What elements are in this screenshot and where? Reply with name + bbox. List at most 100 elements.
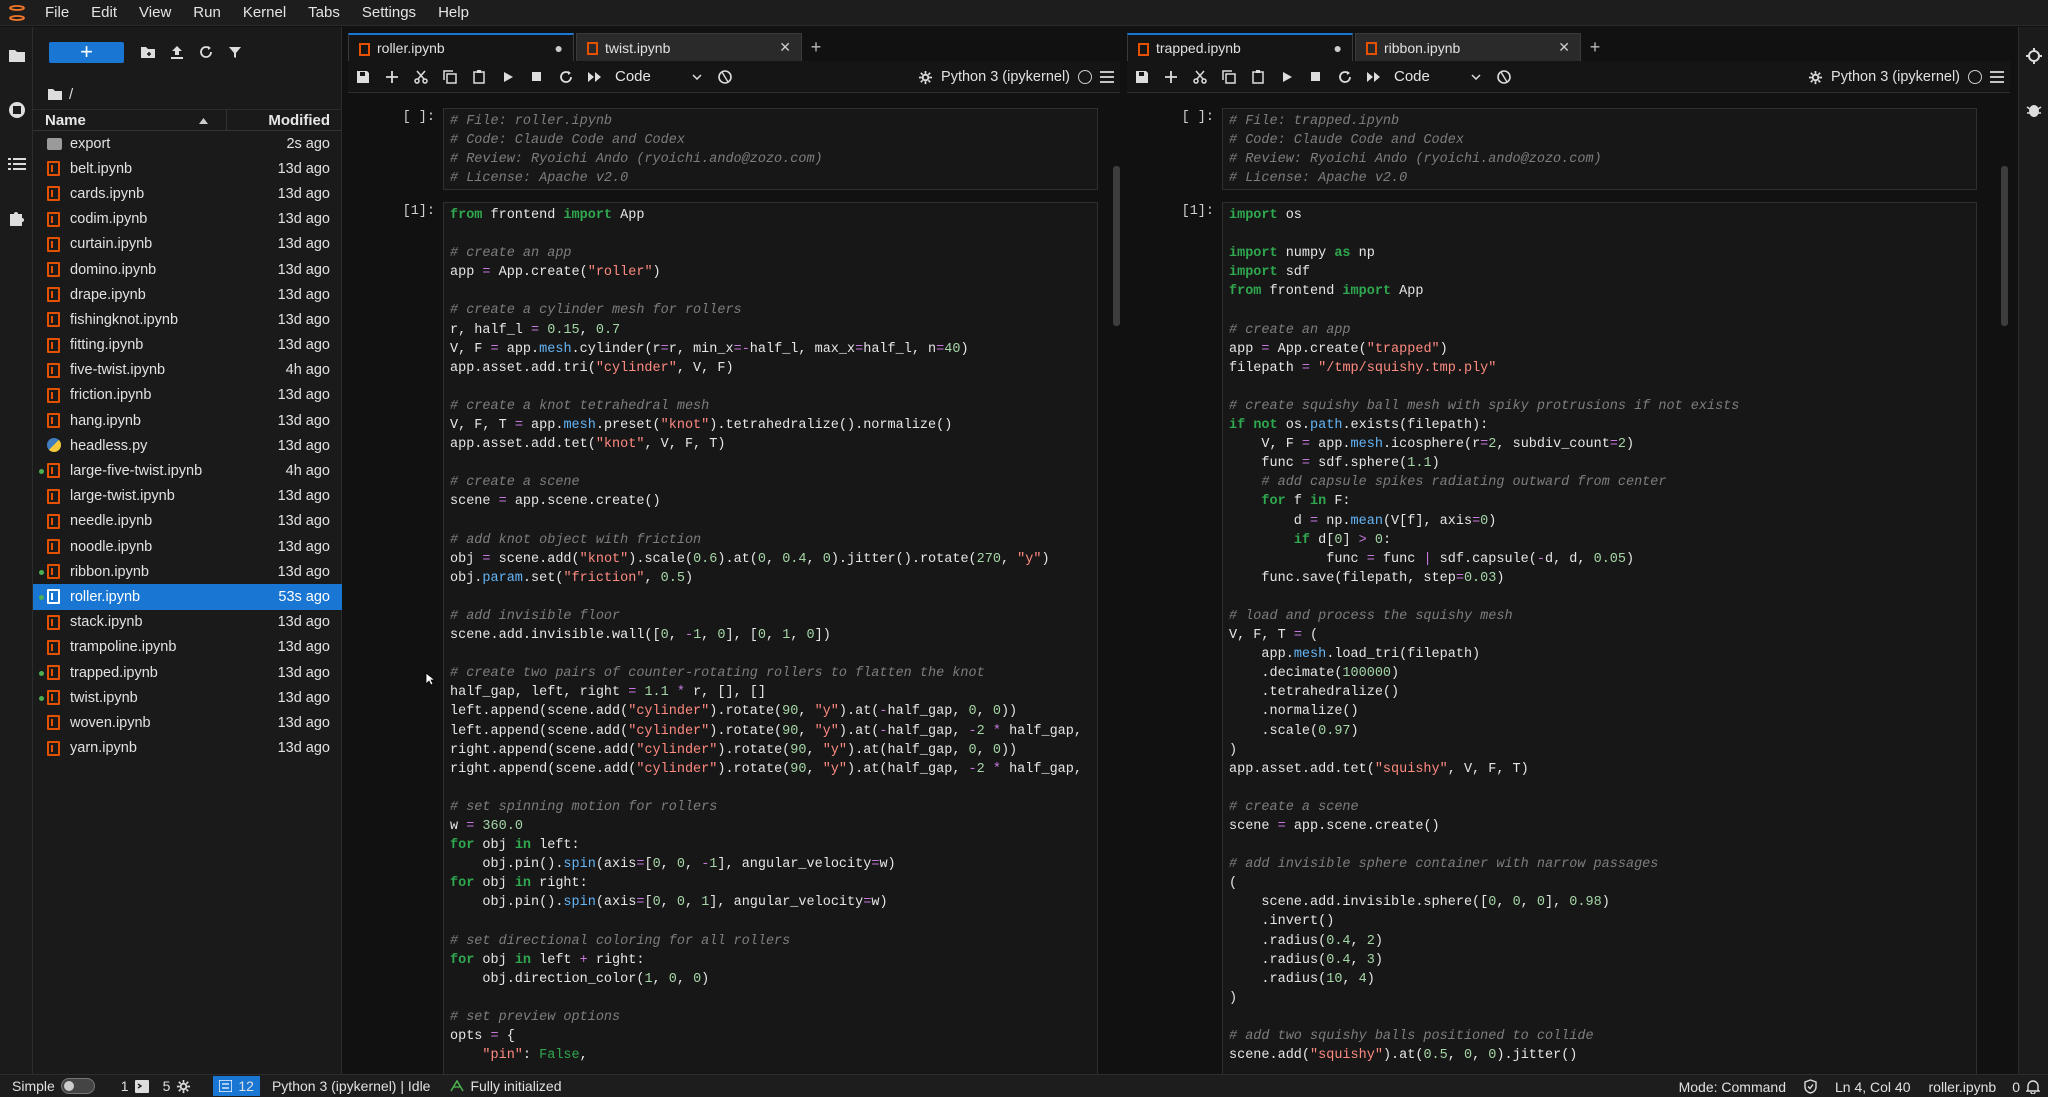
new-launcher-button[interactable]: + — [49, 41, 124, 63]
column-name-header[interactable]: Name — [33, 110, 227, 130]
file-row[interactable]: woven.ipynb 13d ago — [33, 710, 342, 735]
menu-help[interactable]: Help — [427, 0, 480, 26]
file-row[interactable]: twist.ipynb 13d ago — [33, 685, 342, 710]
add-tab-button[interactable]: + — [1583, 33, 1607, 61]
code-editor[interactable]: import os import numpy as np import sdf … — [1222, 202, 1977, 1074]
file-row[interactable]: headless.py 13d ago — [33, 433, 342, 458]
tab-twist[interactable]: twist.ipynb ✕ — [576, 33, 802, 61]
paste-icon[interactable] — [464, 63, 493, 91]
refresh-icon[interactable] — [195, 41, 217, 63]
breadcrumb-root[interactable]: / — [69, 86, 73, 103]
run-all-icon[interactable] — [580, 63, 609, 91]
file-row[interactable]: codim.ipynb 13d ago — [33, 207, 342, 232]
terminals-count[interactable]: 1 — [121, 1078, 149, 1094]
table-of-contents-icon[interactable] — [4, 151, 29, 176]
file-row[interactable]: stack.ipynb 13d ago — [33, 610, 342, 635]
simple-mode-toggle[interactable]: Simple — [12, 1078, 95, 1094]
unsaved-dot-icon[interactable]: ● — [1334, 40, 1342, 56]
close-icon[interactable]: ✕ — [1558, 39, 1570, 56]
kernels-count[interactable]: 5 — [163, 1078, 192, 1094]
insert-cell-icon[interactable] — [1156, 63, 1185, 91]
gear-icon[interactable] — [918, 70, 933, 85]
file-row[interactable]: curtain.ipynb 13d ago — [33, 232, 342, 257]
file-row[interactable]: ribbon.ipynb 13d ago — [33, 559, 342, 584]
notebook-mode[interactable]: Mode: Command — [1679, 1079, 1786, 1095]
tab-ribbon[interactable]: ribbon.ipynb ✕ — [1355, 33, 1581, 61]
menu-icon[interactable] — [1100, 71, 1114, 83]
code-editor[interactable]: from frontend import App # create an app… — [443, 202, 1098, 1074]
folder-icon[interactable] — [47, 88, 63, 101]
tab-trapped[interactable]: trapped.ipynb ● — [1127, 33, 1353, 61]
notification-count[interactable]: 0 — [2012, 1079, 2020, 1095]
unsaved-dot-icon[interactable]: ● — [555, 40, 563, 56]
bell-icon[interactable] — [2026, 1079, 2040, 1094]
menu-view[interactable]: View — [128, 0, 182, 26]
file-row[interactable]: friction.ipynb 13d ago — [33, 383, 342, 408]
file-row[interactable]: cards.ipynb 13d ago — [33, 181, 342, 206]
close-icon[interactable]: ✕ — [779, 39, 791, 56]
debugger-icon[interactable] — [2021, 97, 2046, 122]
file-row[interactable]: fitting.ipynb 13d ago — [33, 333, 342, 358]
file-row[interactable]: domino.ipynb 13d ago — [33, 257, 342, 282]
add-tab-button[interactable]: + — [804, 33, 828, 61]
copy-icon[interactable] — [435, 63, 464, 91]
file-row[interactable]: roller.ipynb 53s ago — [33, 584, 342, 610]
file-row[interactable]: five-twist.ipynb 4h ago — [33, 358, 342, 383]
menu-run[interactable]: Run — [182, 0, 232, 26]
kernel-status[interactable]: Python 3 (ipykernel) | Idle — [272, 1078, 431, 1094]
file-row[interactable]: large-twist.ipynb 13d ago — [33, 484, 342, 509]
stop-icon[interactable] — [522, 63, 551, 91]
upload-icon[interactable] — [166, 41, 188, 63]
paste-icon[interactable] — [1243, 63, 1272, 91]
jupyter-ai-icon[interactable] — [710, 63, 739, 91]
insert-cell-icon[interactable] — [377, 63, 406, 91]
file-row[interactable]: trapped.ipynb 13d ago — [33, 660, 342, 685]
gear-icon[interactable] — [1808, 70, 1823, 85]
restart-icon[interactable] — [551, 63, 580, 91]
menu-icon[interactable] — [1990, 71, 2004, 83]
cells-count-badge[interactable]: 12 — [213, 1076, 260, 1096]
property-inspector-icon[interactable] — [2021, 43, 2046, 68]
column-modified-header[interactable]: Modified — [227, 110, 342, 130]
file-row[interactable]: drape.ipynb 13d ago — [33, 282, 342, 307]
toggle-switch[interactable] — [60, 1078, 95, 1094]
file-row[interactable]: export 2s ago — [33, 131, 342, 156]
file-row[interactable]: trampoline.ipynb 13d ago — [33, 635, 342, 660]
cut-icon[interactable] — [1185, 63, 1214, 91]
file-row[interactable]: large-five-twist.ipynb 4h ago — [33, 458, 342, 483]
file-row[interactable]: needle.ipynb 13d ago — [33, 509, 342, 534]
trusted-shield-icon[interactable] — [1804, 1079, 1817, 1094]
menu-edit[interactable]: Edit — [80, 0, 128, 26]
menu-file[interactable]: File — [34, 0, 80, 26]
scrollbar[interactable] — [2001, 166, 2008, 326]
scrollbar[interactable] — [1113, 166, 1120, 326]
new-folder-icon[interactable] — [137, 41, 159, 63]
file-row[interactable]: noodle.ipynb 13d ago — [33, 534, 342, 559]
kernel-name[interactable]: Python 3 (ipykernel) — [1831, 69, 1960, 85]
save-icon[interactable] — [1127, 63, 1156, 91]
folder-icon[interactable] — [4, 43, 29, 68]
file-row[interactable]: yarn.ipynb 13d ago — [33, 736, 342, 761]
running-kernels-icon[interactable] — [4, 97, 29, 122]
code-editor[interactable]: # File: trapped.ipynb # Code: Claude Cod… — [1222, 108, 1977, 190]
filter-icon[interactable] — [224, 41, 246, 63]
run-icon[interactable] — [1272, 63, 1301, 91]
cell-type-dropdown[interactable]: Code — [615, 68, 710, 85]
jupyter-ai-icon[interactable] — [1489, 63, 1518, 91]
extension-manager-icon[interactable] — [4, 205, 29, 230]
copy-icon[interactable] — [1214, 63, 1243, 91]
code-editor[interactable]: # File: roller.ipynb # Code: Claude Code… — [443, 108, 1098, 190]
menu-settings[interactable]: Settings — [351, 0, 427, 26]
file-row[interactable]: fishingknot.ipynb 13d ago — [33, 307, 342, 332]
cursor-position[interactable]: Ln 4, Col 40 — [1835, 1079, 1911, 1095]
cell-type-dropdown[interactable]: Code — [1394, 68, 1489, 85]
restart-icon[interactable] — [1330, 63, 1359, 91]
cut-icon[interactable] — [406, 63, 435, 91]
menu-tabs[interactable]: Tabs — [297, 0, 351, 26]
tab-roller[interactable]: roller.ipynb ● — [348, 33, 574, 61]
file-row[interactable]: hang.ipynb 13d ago — [33, 408, 342, 433]
stop-icon[interactable] — [1301, 63, 1330, 91]
save-icon[interactable] — [348, 63, 377, 91]
file-row[interactable]: belt.ipynb 13d ago — [33, 156, 342, 181]
menu-kernel[interactable]: Kernel — [232, 0, 297, 26]
